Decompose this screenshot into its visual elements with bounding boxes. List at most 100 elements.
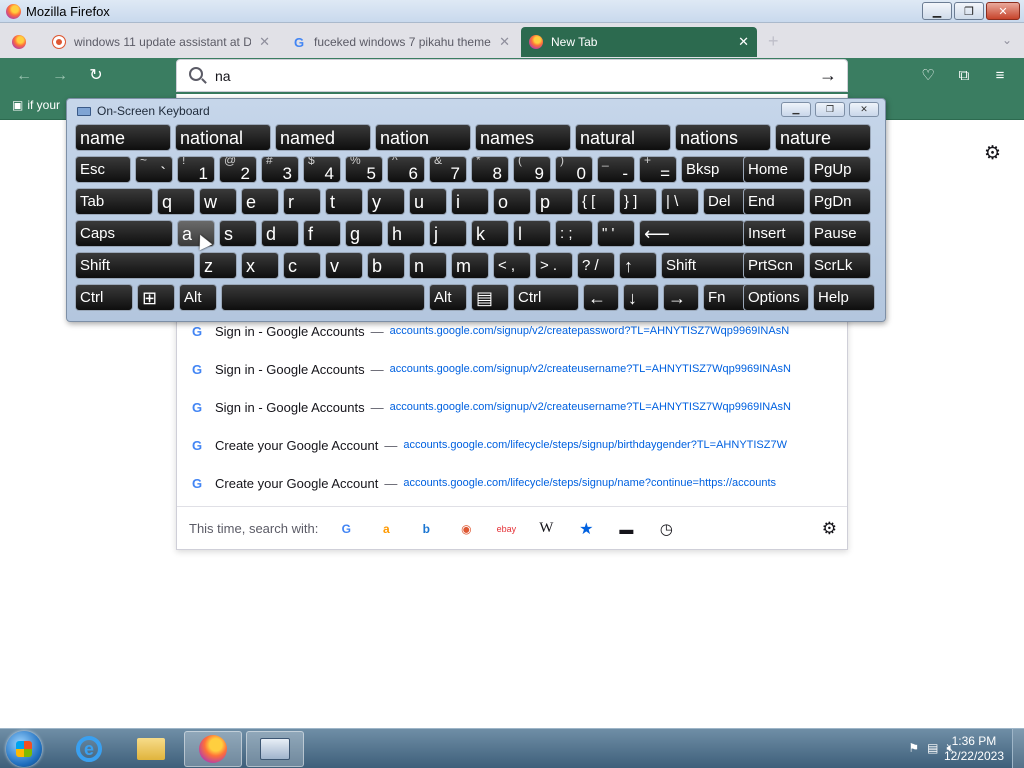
history-icon[interactable]: ◷ <box>658 521 674 538</box>
maximize-button[interactable]: ❐ <box>954 2 984 20</box>
close-tab-icon[interactable]: ✕ <box>259 34 270 50</box>
go-arrow-icon[interactable]: → <box>819 65 837 86</box>
key-symbol[interactable]: ~ ` <box>135 156 173 183</box>
key-m[interactable]: m <box>451 252 489 279</box>
page-settings-gear-icon[interactable]: ⚙ <box>984 142 1001 165</box>
key-pgup[interactable]: PgUp <box>809 156 871 183</box>
key-8[interactable]: * 8 <box>471 156 509 183</box>
word-prediction-nations[interactable]: nations <box>675 124 771 151</box>
key-down-arrow[interactable]: ↓ <box>623 284 659 311</box>
word-prediction-natural[interactable]: natural <box>575 124 671 151</box>
show-desktop-button[interactable] <box>1012 729 1024 768</box>
key-symbol[interactable]: _ - <box>597 156 635 183</box>
key-e[interactable]: e <box>241 188 279 215</box>
word-prediction-names[interactable]: names <box>475 124 571 151</box>
key-symbol[interactable]: > . <box>535 252 573 279</box>
key-b[interactable]: b <box>367 252 405 279</box>
key-symbol[interactable]: " ' <box>597 220 635 247</box>
key-enter[interactable]: ⟵ <box>639 220 745 247</box>
key-symbol[interactable]: { [ <box>577 188 615 215</box>
key-w[interactable]: w <box>199 188 237 215</box>
key-k[interactable]: k <box>471 220 509 247</box>
key-y[interactable]: y <box>367 188 405 215</box>
key-symbol[interactable]: } ] <box>619 188 657 215</box>
close-tab-icon[interactable]: ✕ <box>738 34 749 50</box>
key-help[interactable]: Help <box>813 284 875 311</box>
key-v[interactable]: v <box>325 252 363 279</box>
ebay-icon[interactable]: ebay <box>497 521 517 537</box>
bing-icon[interactable]: b <box>418 521 434 537</box>
search-settings-gear-icon[interactable]: ⚙ <box>822 519 837 539</box>
key-ctrl[interactable]: Ctrl <box>75 284 133 311</box>
key-q[interactable]: q <box>157 188 195 215</box>
key-x[interactable]: x <box>241 252 279 279</box>
key-4[interactable]: $4 <box>303 156 341 183</box>
key-ctrl-right[interactable]: Ctrl <box>513 284 579 311</box>
key-d[interactable]: d <box>261 220 299 247</box>
key-g[interactable]: g <box>345 220 383 247</box>
network-icon[interactable]: ▤ <box>927 741 938 756</box>
key-j[interactable]: j <box>429 220 467 247</box>
key-l[interactable]: l <box>513 220 551 247</box>
tab-new-tab[interactable]: New Tab ✕ <box>521 27 757 57</box>
key-scrlk[interactable]: ScrLk <box>809 252 871 279</box>
key-h[interactable]: h <box>387 220 425 247</box>
key-esc[interactable]: Esc <box>75 156 131 183</box>
key-alt[interactable]: Alt <box>179 284 217 311</box>
key-f[interactable]: f <box>303 220 341 247</box>
key-symbol[interactable]: ? / <box>577 252 615 279</box>
reload-icon[interactable]: ↻ <box>86 66 106 86</box>
key-symbol[interactable]: < , <box>493 252 531 279</box>
close-window-button[interactable]: ✕ <box>986 2 1020 20</box>
key-home[interactable]: Home <box>743 156 805 183</box>
word-prediction-nature[interactable]: nature <box>775 124 871 151</box>
hamburger-menu-icon[interactable]: ≡ <box>990 66 1010 86</box>
key-i[interactable]: i <box>451 188 489 215</box>
key-spacebar[interactable] <box>221 284 425 311</box>
key-right-arrow[interactable]: → <box>663 284 699 311</box>
key-pause[interactable]: Pause <box>809 220 871 247</box>
key-c[interactable]: c <box>283 252 321 279</box>
amazon-icon[interactable]: a <box>378 521 394 537</box>
list-all-tabs-chevron-icon[interactable]: ⌄ <box>1002 33 1012 47</box>
tab-pikachu-theme[interactable]: G fuceked windows 7 pikahu theme ✕ <box>284 27 518 57</box>
firefox-view-button[interactable] <box>4 27 40 57</box>
duckduckgo-icon[interactable]: ◉ <box>458 521 474 537</box>
key-s[interactable]: s <box>219 220 257 247</box>
word-prediction-national[interactable]: national <box>175 124 271 151</box>
start-button[interactable] <box>6 731 42 767</box>
key-u[interactable]: u <box>409 188 447 215</box>
pocket-icon[interactable]: ♡ <box>918 66 938 86</box>
key-left-arrow[interactable]: ← <box>583 284 619 311</box>
url-bar[interactable]: → <box>176 59 848 92</box>
key-r[interactable]: r <box>283 188 321 215</box>
key-6[interactable]: ^ 6 <box>387 156 425 183</box>
key-n[interactable]: n <box>409 252 447 279</box>
google-icon[interactable]: G <box>338 521 354 537</box>
osk-close-button[interactable]: ✕ <box>849 102 879 117</box>
key-symbol[interactable]: + = <box>639 156 677 183</box>
key-tab[interactable]: Tab <box>75 188 153 215</box>
suggestion-row[interactable]: G Sign in - Google Accounts — accounts.g… <box>177 388 847 426</box>
key-end[interactable]: End <box>743 188 805 215</box>
close-tab-icon[interactable]: ✕ <box>499 34 510 50</box>
key-shift[interactable]: Shift <box>75 252 195 279</box>
key-t[interactable]: t <box>325 188 363 215</box>
action-center-flag-icon[interactable]: ⚑ <box>908 741 919 756</box>
key-2[interactable]: @2 <box>219 156 257 183</box>
word-prediction-nation[interactable]: nation <box>375 124 471 151</box>
key-z[interactable]: z <box>199 252 237 279</box>
key-p[interactable]: p <box>535 188 573 215</box>
extensions-puzzle-icon[interactable]: ⧉ <box>954 66 974 86</box>
new-tab-plus-icon[interactable]: + <box>768 31 779 52</box>
tabs-icon[interactable]: ▬ <box>618 521 634 537</box>
key-5[interactable]: % 5 <box>345 156 383 183</box>
key-menu[interactable]: ▤ <box>471 284 509 311</box>
suggestion-row[interactable]: G Create your Google Account — accounts.… <box>177 426 847 464</box>
back-arrow-icon[interactable]: ← <box>14 66 34 86</box>
key-windows[interactable]: ⊞ <box>137 284 175 311</box>
bookmark-item[interactable]: ▣ if your <box>12 98 60 112</box>
key-o[interactable]: o <box>493 188 531 215</box>
bookmarks-star-icon[interactable]: ★ <box>578 521 594 538</box>
word-prediction-name[interactable]: name <box>75 124 171 151</box>
